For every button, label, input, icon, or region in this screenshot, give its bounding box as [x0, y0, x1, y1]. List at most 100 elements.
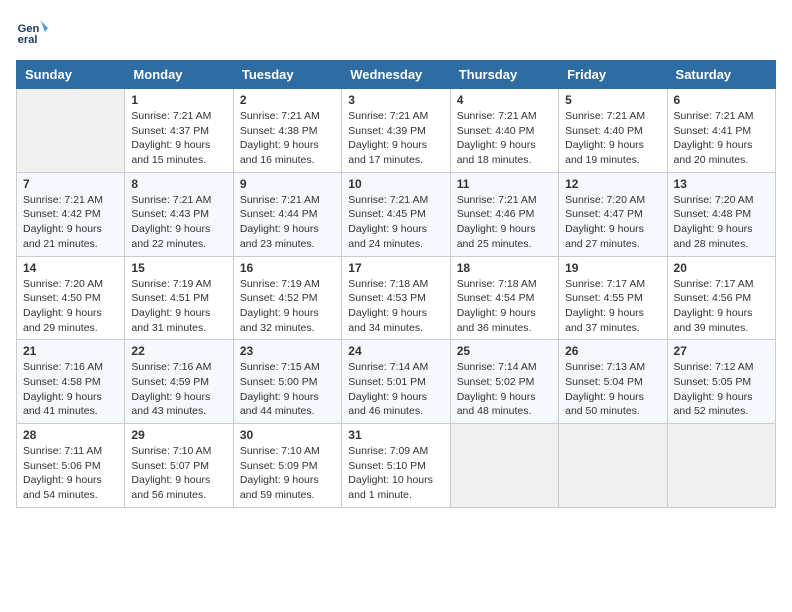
- day-cell: [450, 424, 558, 508]
- day-number: 31: [348, 428, 443, 442]
- day-info: Sunrise: 7:21 AMSunset: 4:43 PMDaylight:…: [131, 193, 226, 252]
- day-number: 27: [674, 344, 769, 358]
- col-thursday: Thursday: [450, 61, 558, 89]
- day-cell: 2Sunrise: 7:21 AMSunset: 4:38 PMDaylight…: [233, 89, 341, 173]
- page-header: Gen eral: [16, 16, 776, 48]
- day-cell: 10Sunrise: 7:21 AMSunset: 4:45 PMDayligh…: [342, 172, 450, 256]
- col-saturday: Saturday: [667, 61, 775, 89]
- day-number: 4: [457, 93, 552, 107]
- day-number: 16: [240, 261, 335, 275]
- day-cell: 20 Sunrise: 7:17 AMSunset: 4:56 PMDayligh…: [667, 256, 775, 340]
- day-cell: 16 Sunrise: 7:19 AMSunset: 4:52 PMDayligh…: [233, 256, 341, 340]
- day-cell: 23 Sunrise: 7:15 AMSunset: 5:00 PMDayligh…: [233, 340, 341, 424]
- col-tuesday: Tuesday: [233, 61, 341, 89]
- day-cell: 29Sunrise: 7:10 AMSunset: 5:07 PMDayligh…: [125, 424, 233, 508]
- day-cell: 19 Sunrise: 7:17 AMSunset: 4:55 PMDayligh…: [559, 256, 667, 340]
- day-number: 9: [240, 177, 335, 191]
- day-cell: [17, 89, 125, 173]
- day-number: 21: [23, 344, 118, 358]
- day-info: Sunrise: 7:18 AMSunset: 4:53 PMDaylight:…: [348, 277, 443, 336]
- day-number: 12: [565, 177, 660, 191]
- day-number: 3: [348, 93, 443, 107]
- logo: Gen eral: [16, 16, 52, 48]
- col-friday: Friday: [559, 61, 667, 89]
- day-cell: 30Sunrise: 7:10 AMSunset: 5:09 PMDayligh…: [233, 424, 341, 508]
- day-cell: 25Sunrise: 7:14 AMSunset: 5:02 PMDayligh…: [450, 340, 558, 424]
- header-row: Sunday Monday Tuesday Wednesday Thursday…: [17, 61, 776, 89]
- svg-text:Gen: Gen: [18, 23, 40, 35]
- week-row-0: 1Sunrise: 7:21 AMSunset: 4:37 PMDaylight…: [17, 89, 776, 173]
- day-cell: 21Sunrise: 7:16 AMSunset: 4:58 PMDayligh…: [17, 340, 125, 424]
- day-number: 13: [674, 177, 769, 191]
- day-number: 7: [23, 177, 118, 191]
- day-info: Sunrise: 7:20 AMSunset: 4:48 PMDaylight:…: [674, 193, 769, 252]
- day-info: Sunrise: 7:21 AMSunset: 4:38 PMDaylight:…: [240, 109, 335, 168]
- day-number: 30: [240, 428, 335, 442]
- day-info: Sunrise: 7:17 AMSunset: 4:56 PMDaylight:…: [674, 277, 769, 336]
- day-number: 15: [131, 261, 226, 275]
- day-number: 20: [674, 261, 769, 275]
- day-info: Sunrise: 7:21 AMSunset: 4:44 PMDaylight:…: [240, 193, 335, 252]
- day-cell: 18 Sunrise: 7:18 AMSunset: 4:54 PMDayligh…: [450, 256, 558, 340]
- day-info: Sunrise: 7:15 AMSunset: 5:00 PMDaylight:…: [240, 360, 335, 419]
- day-number: 26: [565, 344, 660, 358]
- col-sunday: Sunday: [17, 61, 125, 89]
- day-cell: 1Sunrise: 7:21 AMSunset: 4:37 PMDaylight…: [125, 89, 233, 173]
- day-info: Sunrise: 7:12 AMSunset: 5:05 PMDaylight:…: [674, 360, 769, 419]
- day-cell: 26 Sunrise: 7:13 AMSunset: 5:04 PMDayligh…: [559, 340, 667, 424]
- day-cell: 17Sunrise: 7:18 AMSunset: 4:53 PMDayligh…: [342, 256, 450, 340]
- day-cell: 13 Sunrise: 7:20 AMSunset: 4:48 PMDayligh…: [667, 172, 775, 256]
- svg-text:eral: eral: [18, 34, 38, 46]
- day-number: 10: [348, 177, 443, 191]
- day-number: 6: [674, 93, 769, 107]
- week-row-4: 28 Sunrise: 7:11 AMSunset: 5:06 PMDayligh…: [17, 424, 776, 508]
- day-cell: 12 Sunrise: 7:20 AMSunset: 4:47 PMDayligh…: [559, 172, 667, 256]
- day-cell: [559, 424, 667, 508]
- day-cell: 4 Sunrise: 7:21 AMSunset: 4:40 PMDaylight…: [450, 89, 558, 173]
- day-info: Sunrise: 7:09 AMSunset: 5:10 PMDaylight:…: [348, 444, 443, 503]
- day-cell: 11 Sunrise: 7:21 AMSunset: 4:46 PMDayligh…: [450, 172, 558, 256]
- day-info: Sunrise: 7:10 AMSunset: 5:07 PMDaylight:…: [131, 444, 226, 503]
- day-cell: 14 Sunrise: 7:20 AMSunset: 4:50 PMDayligh…: [17, 256, 125, 340]
- day-cell: 22 Sunrise: 7:16 AMSunset: 4:59 PMDayligh…: [125, 340, 233, 424]
- day-cell: 7 Sunrise: 7:21 AMSunset: 4:42 PMDaylight…: [17, 172, 125, 256]
- day-number: 8: [131, 177, 226, 191]
- day-cell: 5 Sunrise: 7:21 AMSunset: 4:40 PMDaylight…: [559, 89, 667, 173]
- day-info: Sunrise: 7:13 AMSunset: 5:04 PMDaylight:…: [565, 360, 660, 419]
- day-info: Sunrise: 7:19 AMSunset: 4:52 PMDaylight:…: [240, 277, 335, 336]
- day-number: 24: [348, 344, 443, 358]
- day-info: Sunrise: 7:18 AMSunset: 4:54 PMDaylight:…: [457, 277, 552, 336]
- day-number: 25: [457, 344, 552, 358]
- week-row-3: 21Sunrise: 7:16 AMSunset: 4:58 PMDayligh…: [17, 340, 776, 424]
- day-info: Sunrise: 7:14 AMSunset: 5:01 PMDaylight:…: [348, 360, 443, 419]
- day-info: Sunrise: 7:20 AMSunset: 4:50 PMDaylight:…: [23, 277, 118, 336]
- day-number: 5: [565, 93, 660, 107]
- day-number: 19: [565, 261, 660, 275]
- day-number: 23: [240, 344, 335, 358]
- week-row-2: 14 Sunrise: 7:20 AMSunset: 4:50 PMDayligh…: [17, 256, 776, 340]
- day-number: 18: [457, 261, 552, 275]
- day-info: Sunrise: 7:11 AMSunset: 5:06 PMDaylight:…: [23, 444, 118, 503]
- day-cell: 31 Sunrise: 7:09 AMSunset: 5:10 PMDayligh…: [342, 424, 450, 508]
- day-cell: 6 Sunrise: 7:21 AMSunset: 4:41 PMDaylight…: [667, 89, 775, 173]
- day-info: Sunrise: 7:21 AMSunset: 4:41 PMDaylight:…: [674, 109, 769, 168]
- logo-icon: Gen eral: [16, 16, 48, 48]
- day-info: Sunrise: 7:20 AMSunset: 4:47 PMDaylight:…: [565, 193, 660, 252]
- day-info: Sunrise: 7:19 AMSunset: 4:51 PMDaylight:…: [131, 277, 226, 336]
- day-info: Sunrise: 7:21 AMSunset: 4:40 PMDaylight:…: [457, 109, 552, 168]
- day-info: Sunrise: 7:17 AMSunset: 4:55 PMDaylight:…: [565, 277, 660, 336]
- day-info: Sunrise: 7:16 AMSunset: 4:59 PMDaylight:…: [131, 360, 226, 419]
- day-number: 14: [23, 261, 118, 275]
- col-monday: Monday: [125, 61, 233, 89]
- day-info: Sunrise: 7:21 AMSunset: 4:42 PMDaylight:…: [23, 193, 118, 252]
- day-cell: 15 Sunrise: 7:19 AMSunset: 4:51 PMDayligh…: [125, 256, 233, 340]
- day-cell: 28 Sunrise: 7:11 AMSunset: 5:06 PMDayligh…: [17, 424, 125, 508]
- day-number: 22: [131, 344, 226, 358]
- day-info: Sunrise: 7:21 AMSunset: 4:37 PMDaylight:…: [131, 109, 226, 168]
- day-number: 11: [457, 177, 552, 191]
- col-wednesday: Wednesday: [342, 61, 450, 89]
- day-info: Sunrise: 7:21 AMSunset: 4:46 PMDaylight:…: [457, 193, 552, 252]
- day-info: Sunrise: 7:21 AMSunset: 4:40 PMDaylight:…: [565, 109, 660, 168]
- day-number: 28: [23, 428, 118, 442]
- day-cell: 24 Sunrise: 7:14 AMSunset: 5:01 PMDayligh…: [342, 340, 450, 424]
